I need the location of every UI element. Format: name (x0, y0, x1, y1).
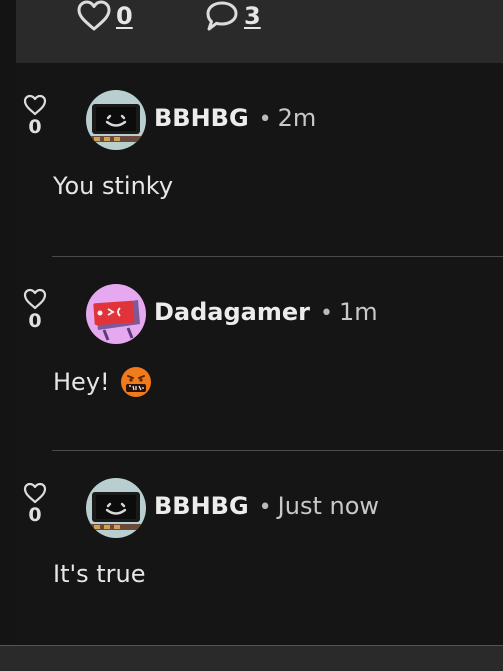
comment-timestamp: 2m (277, 104, 317, 132)
comment-username[interactable]: BBHBG (154, 104, 249, 132)
comment-username[interactable]: BBHBG (154, 492, 249, 520)
comment-text-content: It's true (53, 560, 146, 588)
meta-separator: • (320, 301, 333, 326)
meta-separator: • (258, 107, 272, 132)
comment-meta: Dadagamer • 1m (154, 298, 378, 326)
heart-icon (23, 94, 47, 116)
speech-bubble-icon (206, 1, 238, 31)
heart-icon (23, 482, 47, 504)
avatar[interactable] (86, 284, 146, 344)
comment-like-count: 0 (28, 504, 42, 526)
comment-username[interactable]: Dadagamer (154, 298, 310, 326)
post-comment-button[interactable]: 3 (204, 0, 261, 32)
comment-text: Hey! (53, 366, 152, 398)
comment-like-count: 0 (28, 310, 42, 332)
comment-meta: BBHBG • 2m (154, 104, 316, 132)
heart-icon (23, 288, 47, 310)
left-edge (0, 0, 16, 670)
face-with-symbols-emoji (120, 367, 151, 397)
comment-like-button[interactable]: 0 (22, 288, 48, 331)
post-stats-bar: 0 3 (16, 0, 503, 63)
heart-icon (77, 0, 111, 31)
comment-timestamp: 1m (338, 298, 378, 326)
post-like-button[interactable]: 0 (76, 0, 133, 32)
bottom-bar (0, 645, 503, 671)
comment-text-content: You stinky (53, 172, 174, 200)
comment-meta: BBHBG • Just now (154, 492, 379, 520)
meta-separator: • (258, 495, 272, 520)
comment-text: You stinky (53, 172, 173, 200)
comment-like-button[interactable]: 0 (22, 94, 48, 137)
post-comment-count[interactable]: 3 (244, 4, 261, 28)
comment-text: It's true (53, 560, 145, 588)
divider (52, 256, 503, 257)
comment-like-count: 0 (28, 116, 42, 138)
comment-text-content: Hey! (53, 368, 110, 396)
comment-like-button[interactable]: 0 (22, 482, 48, 525)
post-like-count[interactable]: 0 (116, 4, 133, 28)
divider (52, 450, 503, 451)
comment-timestamp: Just now (277, 492, 380, 520)
avatar[interactable] (86, 90, 146, 150)
avatar[interactable] (86, 478, 146, 538)
